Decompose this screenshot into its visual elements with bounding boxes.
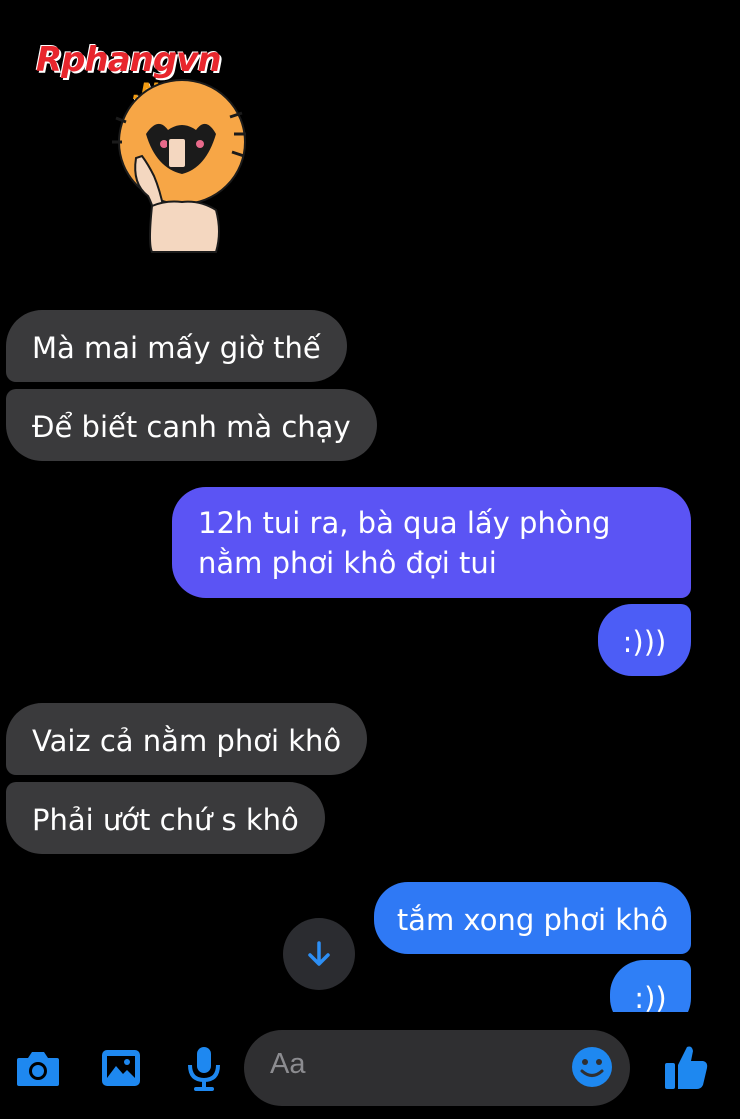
incoming-message[interactable]: Vaiz cả nằm phơi khô [6,703,368,775]
incoming-message[interactable]: Để biết canh mà chạy [6,389,377,461]
camera-button[interactable] [14,1046,62,1090]
outgoing-message[interactable]: tắm xong phơi khô [374,882,691,954]
outgoing-message[interactable]: :)) [610,960,691,1012]
gallery-button[interactable] [98,1046,144,1090]
emoji-icon [572,1047,612,1087]
incoming-message[interactable]: Phải ướt chứ s khô [6,782,325,854]
message-input-placeholder: Aa [270,1048,306,1080]
outgoing-message[interactable]: :))) [598,604,691,676]
voice-button[interactable] [184,1044,224,1092]
message-input[interactable]: Aa [244,1030,630,1106]
camera-icon [17,1052,59,1086]
thumbs-up-icon [665,1046,708,1089]
scroll-to-bottom-button[interactable] [283,918,355,990]
emoji-button[interactable] [570,1045,614,1089]
microphone-icon [188,1047,220,1091]
outgoing-message[interactable]: 12h tui ra, bà qua lấy phòng nằm phơi kh… [172,487,691,598]
like-button[interactable] [662,1042,710,1092]
incoming-message[interactable]: Mà mai mấy giờ thế [6,310,347,382]
image-icon [102,1050,140,1086]
cat-sticker-image [112,79,246,253]
arrow-down-icon [308,941,330,966]
chat-thread[interactable]: Rphangvn .NET Mà mai mấy giờ thế Để biết… [0,0,740,1012]
